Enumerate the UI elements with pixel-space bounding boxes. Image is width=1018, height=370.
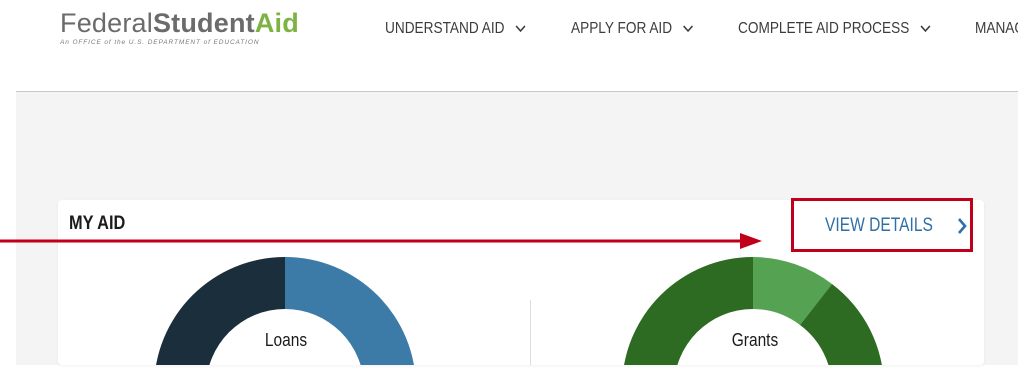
loans-label: Loans [264, 330, 308, 350]
logo-federal: Federal [60, 8, 153, 38]
logo-tagline: An OFFICE of the U.S. DEPARTMENT of EDUC… [60, 39, 260, 46]
chart-separator [530, 300, 531, 365]
logo-aid: Aid [254, 8, 299, 38]
chevron-right-icon[interactable] [956, 216, 968, 241]
loans-donut-chart [154, 257, 418, 370]
nav-complete-aid-process[interactable]: COMPLETE AID PROCESS [738, 20, 931, 38]
grants-label: Grants [731, 330, 779, 350]
chevron-down-icon [515, 20, 526, 38]
logo-wordmark: FederalStudentAid [60, 8, 299, 38]
nav-manage-loans[interactable]: MANAG [975, 20, 1018, 38]
logo-student: Student [152, 8, 255, 38]
nav-item-label: APPLY FOR AID [571, 20, 673, 37]
chevron-down-icon [920, 20, 931, 38]
site-header: FederalStudentAid An OFFICE of the U.S. … [0, 0, 1018, 90]
chevron-down-icon [683, 20, 694, 38]
nav-item-label: COMPLETE AID PROCESS [738, 20, 910, 37]
grants-donut-chart [622, 257, 886, 370]
federal-student-aid-logo[interactable]: FederalStudentAid An OFFICE of the U.S. … [60, 8, 299, 46]
nav-understand-aid[interactable]: UNDERSTAND AID [385, 20, 526, 38]
nav-item-label: MANAG [975, 20, 1018, 37]
nav-apply-for-aid[interactable]: APPLY FOR AID [571, 20, 693, 38]
annotation-arrow [0, 228, 770, 259]
nav-item-label: UNDERSTAND AID [385, 20, 505, 37]
view-details-link[interactable]: VIEW DETAILS [825, 215, 933, 237]
